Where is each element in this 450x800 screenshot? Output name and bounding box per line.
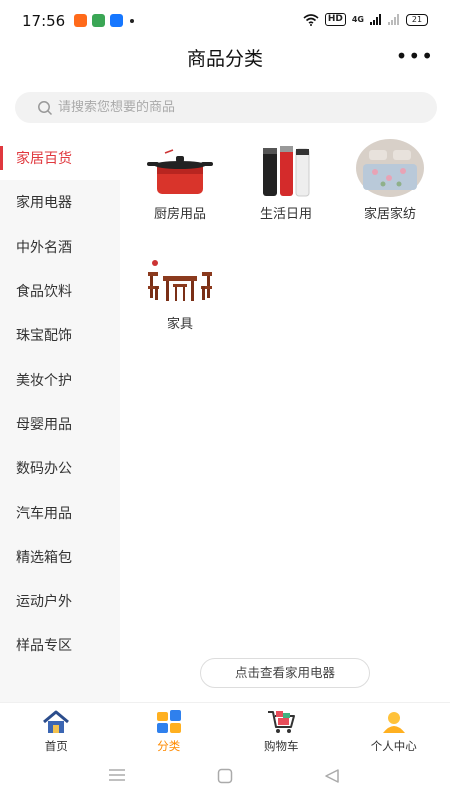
sidebar-item-label: 精选箱包 <box>16 549 72 566</box>
status-bar: 17:56 HD 4G 21 <box>0 0 450 40</box>
sidebar-item-label: 汽车用品 <box>16 505 72 522</box>
tab-home[interactable]: 首页 <box>0 703 113 758</box>
tab-label: 购物车 <box>264 739 299 753</box>
signal-icon-2 <box>388 14 399 25</box>
notification-dot <box>130 18 134 23</box>
subcategory-label: 生活日用 <box>259 207 312 222</box>
sidebar-item-outdoor[interactable]: 运动户外 <box>0 579 120 623</box>
alipay-icon <box>110 14 123 27</box>
sidebar-item-appliances[interactable]: 家用电器 <box>0 180 120 224</box>
search-bar[interactable] <box>15 92 437 123</box>
sidebar-item-label: 样品专区 <box>16 638 72 655</box>
cart-icon <box>266 709 296 735</box>
sidebar-item-label: 美妆个护 <box>16 372 72 389</box>
sidebar-item-label: 运动户外 <box>16 594 72 611</box>
thermos-bottles-image <box>251 136 321 198</box>
category-icon <box>154 709 184 735</box>
sidebar-item-liquor[interactable]: 中外名酒 <box>0 225 120 269</box>
sidebar-item-home-goods[interactable]: 家居百货 <box>0 136 120 181</box>
more-dots-icon[interactable]: ••• <box>396 44 434 68</box>
sidebar-item-label: 数码办公 <box>16 461 72 478</box>
signal-icon <box>370 14 381 25</box>
sidebar-item-label: 珠宝配饰 <box>16 328 72 345</box>
subcategory-label: 家居家纺 <box>363 207 416 222</box>
sidebar-item-car[interactable]: 汽车用品 <box>0 490 120 534</box>
subcategory-daily[interactable]: 生活日用 <box>238 136 334 222</box>
hd-badge: HD <box>324 13 346 26</box>
wooden-table-set-image <box>145 246 215 308</box>
home-icon <box>41 709 71 735</box>
app-icon <box>92 14 105 27</box>
view-more-button[interactable]: 点击查看家用电器 <box>200 658 370 688</box>
tab-label: 分类 <box>157 739 181 753</box>
tab-label: 个人中心 <box>370 739 417 753</box>
back-triangle-icon[interactable] <box>324 768 340 784</box>
subcategory-bedding[interactable]: 家居家纺 <box>342 136 438 222</box>
sidebar-item-bags[interactable]: 精选箱包 <box>0 535 120 579</box>
search-icon <box>38 100 53 115</box>
bedding-image <box>355 136 425 198</box>
subcategory-panel: 厨房用品 生活日用 家居家纺 家具 点击查看家用电器 <box>120 136 450 702</box>
subcategory-furniture[interactable]: 家具 <box>132 246 228 332</box>
subcategory-kitchen[interactable]: 厨房用品 <box>132 136 228 222</box>
status-time: 17:56 <box>22 12 66 30</box>
tab-label: 首页 <box>44 739 68 753</box>
search-input[interactable] <box>58 100 388 115</box>
tab-profile[interactable]: 个人中心 <box>338 703 450 758</box>
sidebar-item-jewelry[interactable]: 珠宝配饰 <box>0 313 120 357</box>
sidebar-item-label: 食品饮料 <box>16 284 72 301</box>
system-nav-bar <box>0 758 450 800</box>
wifi-icon <box>303 13 319 26</box>
sidebar-item-digital-office[interactable]: 数码办公 <box>0 446 120 490</box>
red-pot-image <box>145 136 215 198</box>
status-indicators: HD 4G 21 <box>303 13 428 26</box>
tab-category[interactable]: 分类 <box>113 703 226 758</box>
sidebar-item-label: 家居百货 <box>16 151 72 168</box>
tab-cart[interactable]: 购物车 <box>225 703 338 758</box>
sidebar-item-baby[interactable]: 母婴用品 <box>0 402 120 446</box>
home-square-icon[interactable] <box>217 768 233 784</box>
bottom-tab-bar: 首页 分类 购物车 个人中心 <box>0 702 450 758</box>
sidebar-item-samples[interactable]: 样品专区 <box>0 623 120 667</box>
sidebar-item-label: 家用电器 <box>16 195 72 212</box>
category-sidebar: 家居百货 家用电器 中外名酒 食品饮料 珠宝配饰 美妆个护 母婴用品 数码办公 … <box>0 136 120 702</box>
taobao-icon <box>74 14 87 27</box>
signal-label: 4G <box>351 15 364 24</box>
subcategory-label: 厨房用品 <box>153 207 206 222</box>
sidebar-item-label: 母婴用品 <box>16 416 72 433</box>
battery-icon: 21 <box>406 13 428 26</box>
page-title: 商品分类 <box>186 48 263 70</box>
sidebar-item-label: 中外名酒 <box>16 239 72 256</box>
subcategory-label: 家具 <box>166 317 193 332</box>
menu-icon[interactable] <box>108 768 126 782</box>
title-bar: 商品分类 ••• <box>0 40 450 76</box>
user-icon <box>379 709 409 735</box>
sidebar-item-food-drinks[interactable]: 食品饮料 <box>0 269 120 313</box>
status-app-icons <box>74 14 134 27</box>
sidebar-item-beauty[interactable]: 美妆个护 <box>0 357 120 401</box>
